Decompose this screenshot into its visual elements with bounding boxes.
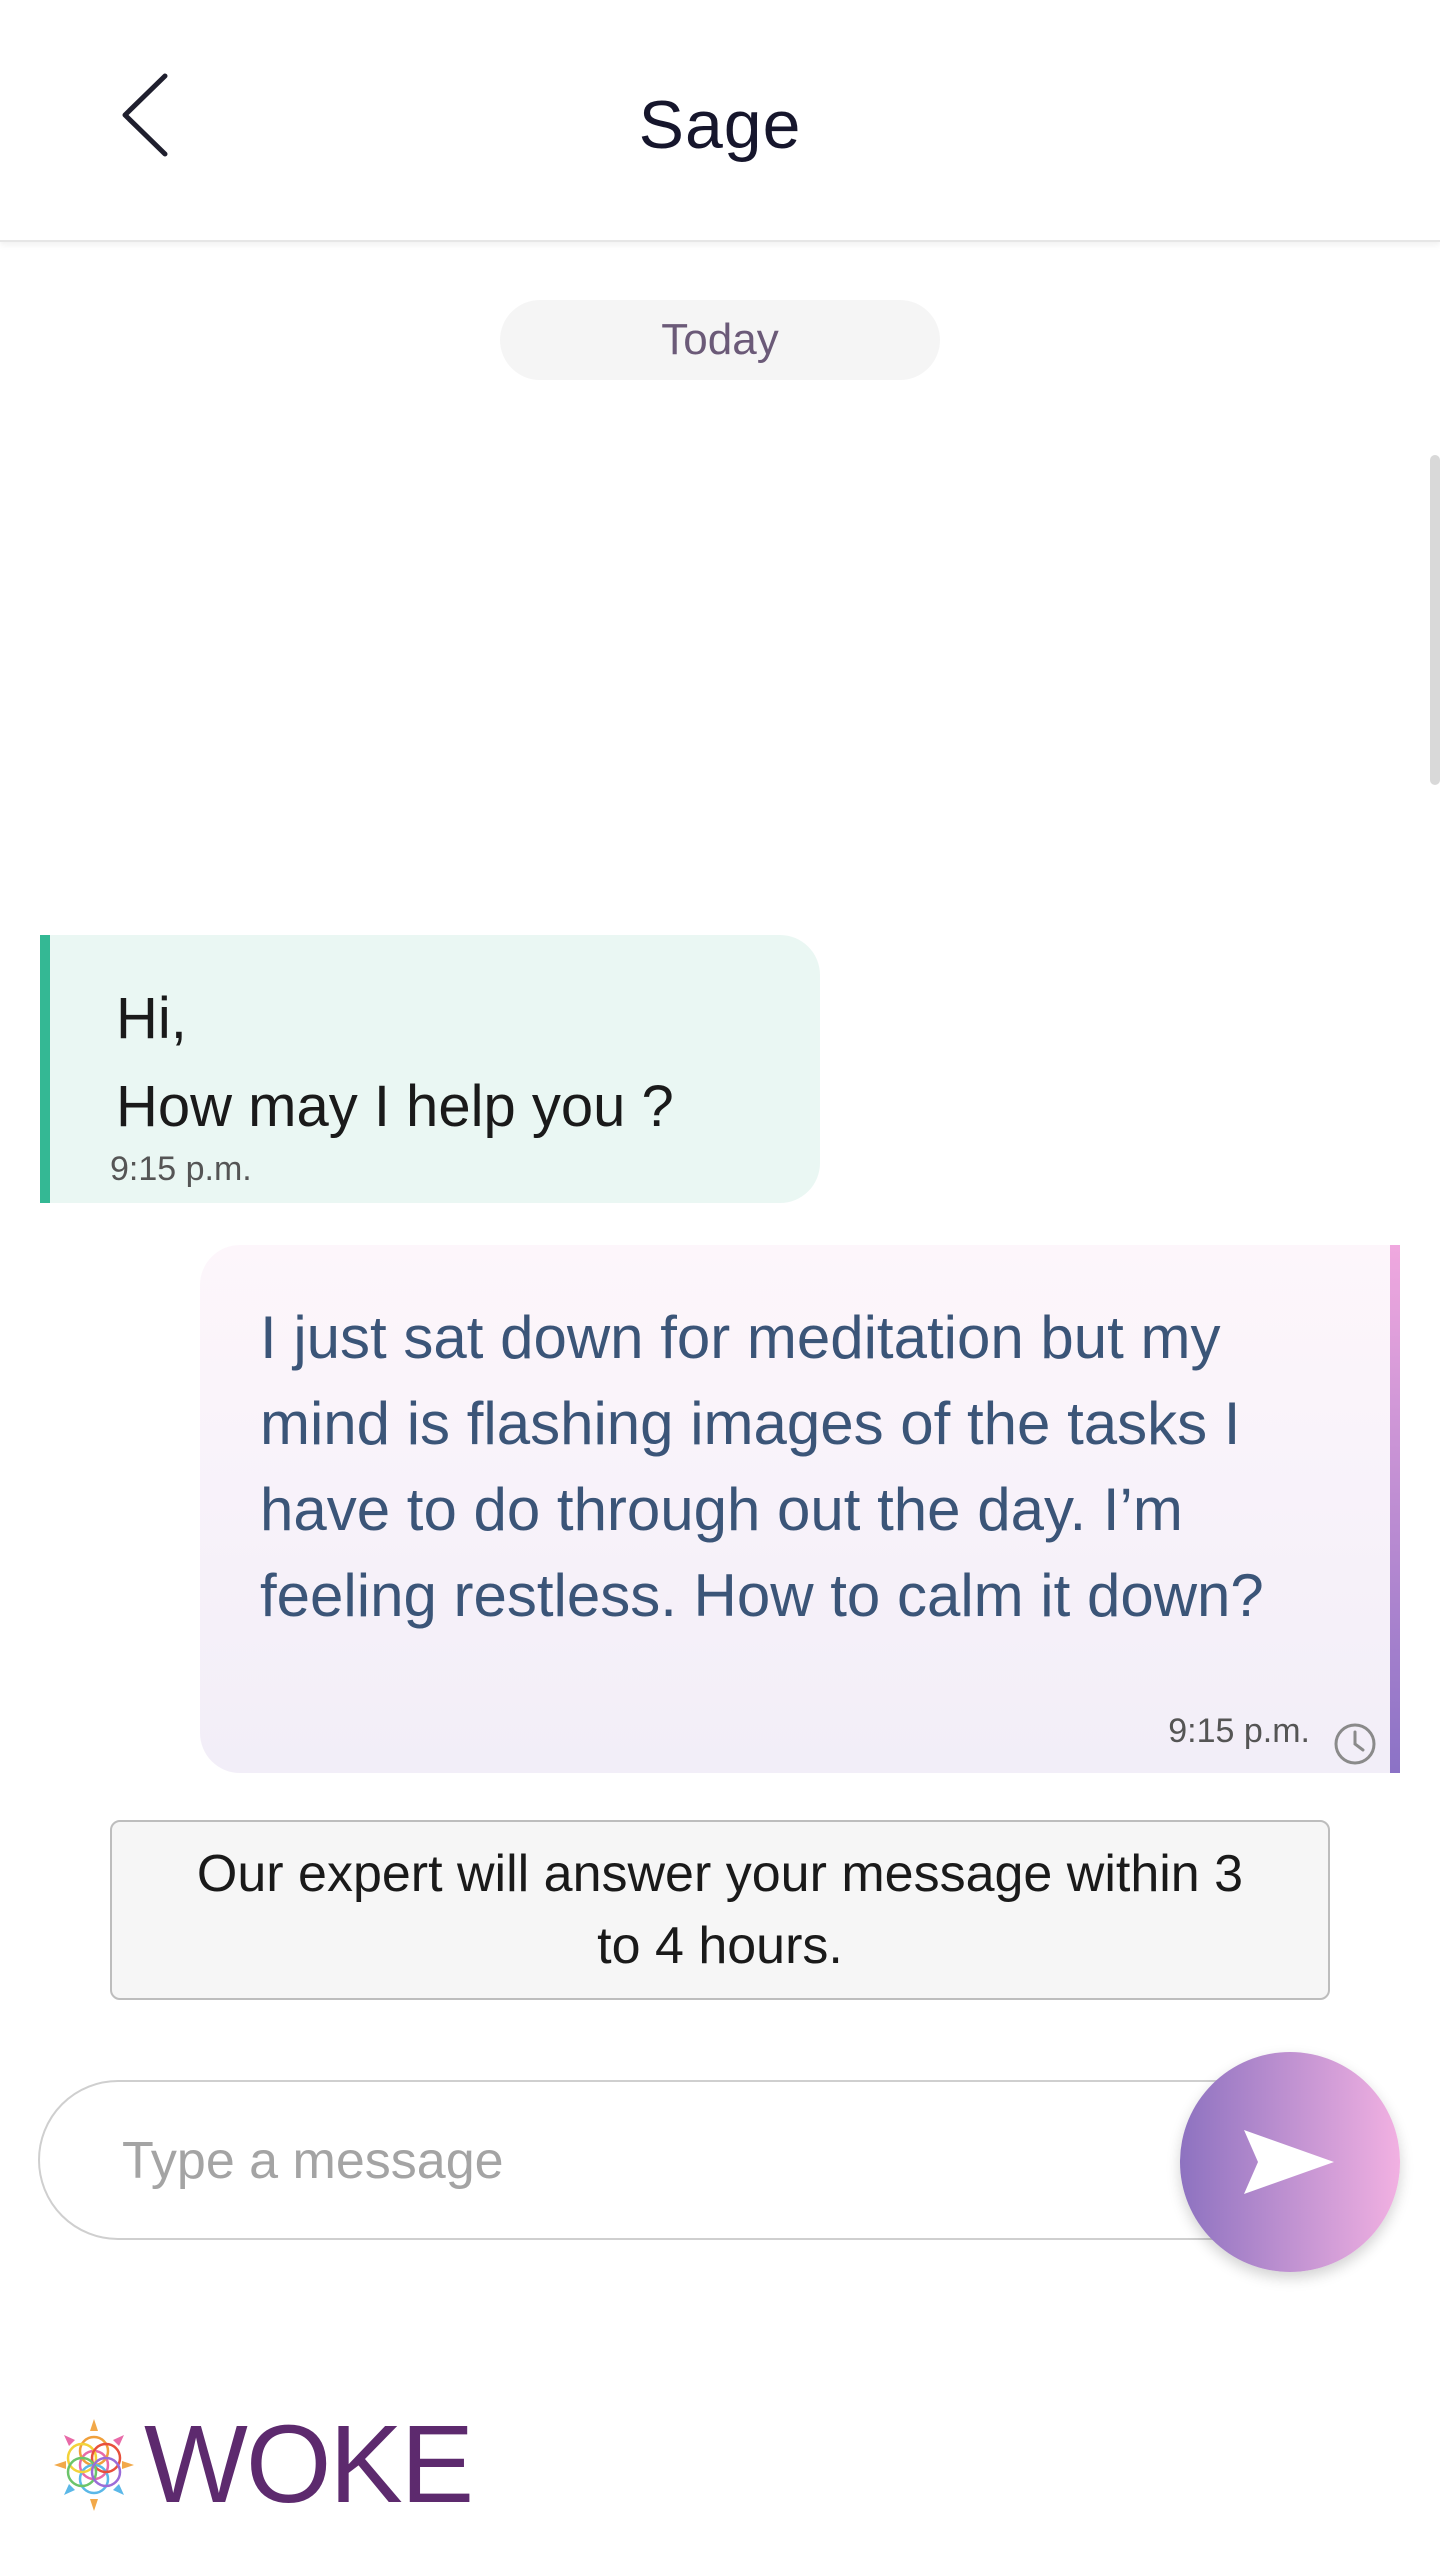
outgoing-message: I just sat down for meditation but my mi… — [200, 1245, 1400, 1773]
message-text: I just sat down for meditation but my mi… — [260, 1304, 1264, 1629]
message-composer — [38, 2080, 1348, 2240]
message-time: 9:15 p.m. — [1168, 1712, 1310, 1750]
send-button[interactable] — [1180, 2052, 1400, 2272]
date-divider: Today — [500, 300, 940, 380]
scrollbar[interactable] — [1430, 455, 1440, 785]
expert-notice: Our expert will answer your message with… — [110, 1820, 1330, 2000]
send-icon — [1244, 2130, 1334, 2194]
message-input[interactable] — [120, 2112, 1124, 2210]
chevron-left-icon — [122, 73, 168, 157]
back-button[interactable] — [100, 60, 190, 170]
flower-of-life-icon — [54, 2419, 134, 2511]
brand-logo: WOKE — [48, 2403, 474, 2526]
chat-title: Sage — [638, 87, 802, 163]
brand-name: WOKE — [144, 2403, 474, 2526]
incoming-message: Hi, How may I help you ? 9:15 p.m. — [40, 935, 820, 1203]
app-header: Sage — [0, 0, 1440, 242]
message-text: Hi, How may I help you ? — [116, 986, 674, 1139]
message-accent-bar — [1390, 1245, 1400, 1773]
clock-icon — [1334, 1723, 1376, 1765]
message-time: 9:15 p.m. — [110, 1150, 252, 1188]
